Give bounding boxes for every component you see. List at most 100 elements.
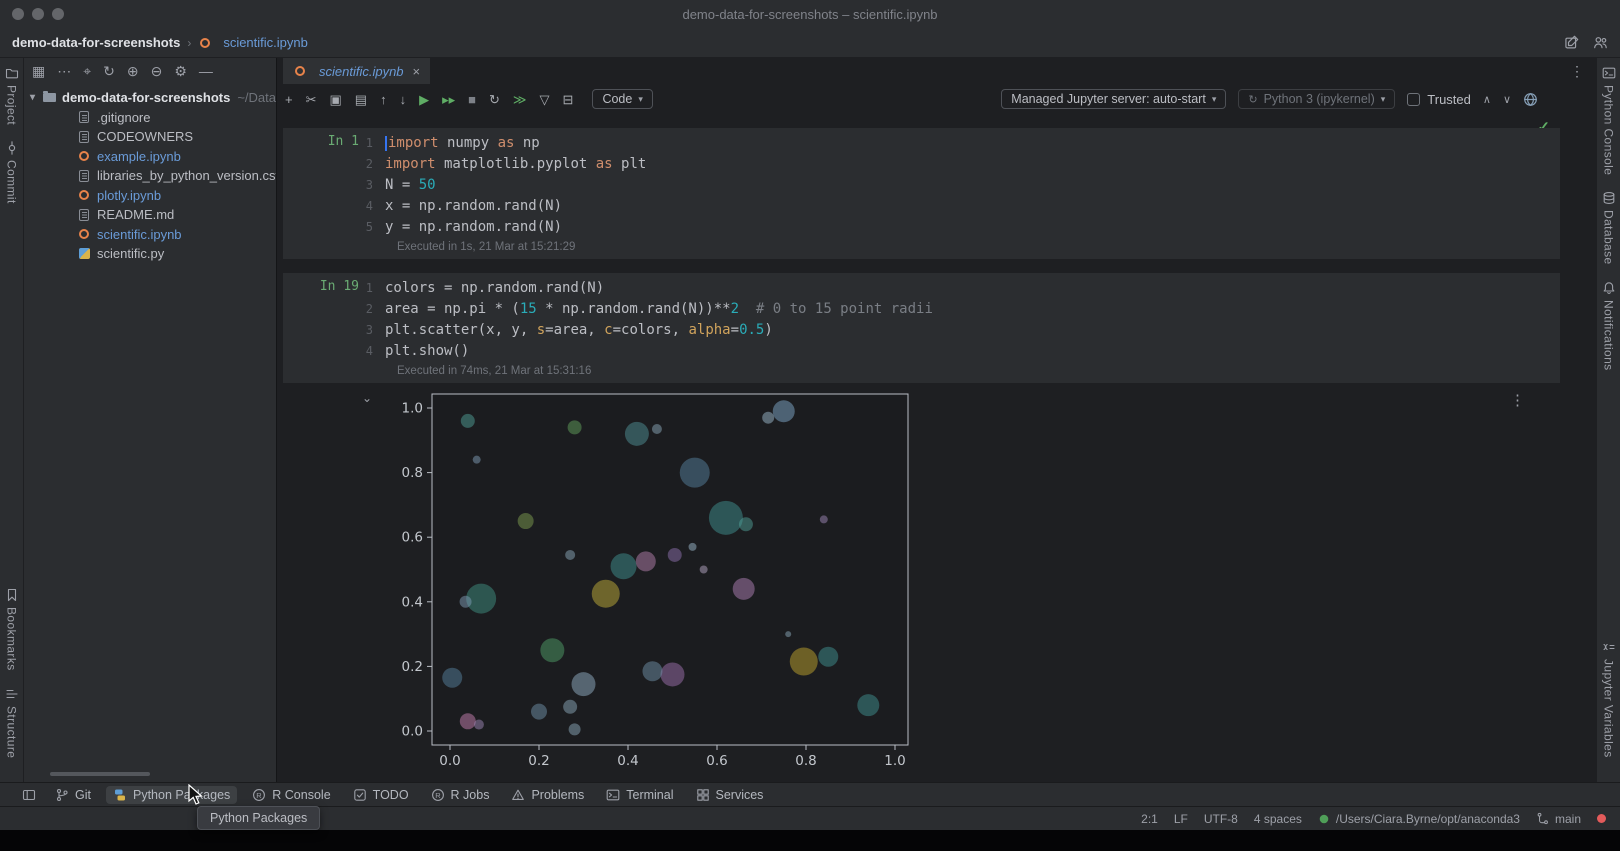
tree-item-readme-md[interactable]: README.md: [24, 205, 276, 225]
stripe-button-jupyter-variables[interactable]: Jupyter Variables: [1602, 640, 1616, 758]
code-line[interactable]: 3N = 50: [359, 175, 1560, 196]
stripe-button-database[interactable]: Database: [1602, 191, 1616, 265]
collapse-all-icon[interactable]: ⊖: [151, 64, 163, 78]
tree-item-plotly-ipynb[interactable]: plotly.ipynb: [24, 186, 276, 206]
more-options-icon[interactable]: ⋯: [57, 64, 71, 78]
cut-cell-icon[interactable]: ✂: [306, 93, 317, 106]
edit-icon[interactable]: [1564, 35, 1579, 50]
move-cell-up-icon[interactable]: ↑: [380, 93, 387, 106]
stripe-button-project[interactable]: Project: [5, 66, 19, 125]
stripe-button-bookmarks[interactable]: Bookmarks: [5, 588, 19, 671]
notification-dot-icon[interactable]: [1597, 814, 1606, 823]
tool-window-button-label: Git: [75, 788, 91, 802]
indent-setting[interactable]: 4 spaces: [1254, 812, 1302, 826]
bookmarks-icon: [5, 588, 19, 602]
tree-expanded-icon[interactable]: ▾: [30, 92, 42, 103]
jupyter-server-dropdown[interactable]: Managed Jupyter server: auto-start ▾: [1001, 89, 1226, 109]
users-icon[interactable]: [1593, 35, 1608, 50]
stripe-button-notifications[interactable]: Notifications: [1602, 281, 1616, 371]
move-cell-down-icon[interactable]: ↓: [400, 93, 407, 106]
minimize-window-button[interactable]: [32, 8, 44, 20]
tree-root[interactable]: ▾demo-data-for-screenshots~/Data: [24, 88, 276, 108]
code-line[interactable]: 5y = np.random.rand(N): [359, 217, 1560, 238]
code-line[interactable]: 4x = np.random.rand(N): [359, 196, 1560, 217]
tree-item-example-ipynb[interactable]: example.ipynb: [24, 147, 276, 167]
tree-item-libraries-by-python-version-csv[interactable]: libraries_by_python_version.csv: [24, 166, 276, 186]
expand-all-icon[interactable]: ⊕: [127, 64, 139, 78]
tree-item--gitignore[interactable]: .gitignore: [24, 108, 276, 128]
scroll-down-icon[interactable]: ∨: [1503, 93, 1511, 106]
caret-position[interactable]: 2:1: [1141, 812, 1158, 826]
stop-kernel-icon[interactable]: ■: [468, 93, 476, 106]
code-line[interactable]: 1import numpy as np: [359, 133, 1560, 154]
notebook-editor[interactable]: ✓ In 1 1import numpy as np2import matplo…: [277, 114, 1596, 782]
code-line[interactable]: 2area = np.pi * (15 * np.random.rand(N))…: [359, 299, 1560, 320]
close-window-button[interactable]: [12, 8, 24, 20]
python-interpreter[interactable]: /Users/Ciara.Byrne/opt/anaconda3: [1318, 812, 1520, 826]
file-icon: [79, 170, 89, 182]
notebook-cell[interactable]: In 19 1colors = np.random.rand(N)2area =…: [283, 273, 1560, 383]
tree-item-scientific-ipynb[interactable]: scientific.ipynb: [24, 225, 276, 245]
tool-window-button-label: TODO: [373, 788, 409, 802]
tool-window-button-r-console[interactable]: RR Console: [245, 786, 337, 804]
notebook-cell[interactable]: In 1 1import numpy as np2import matplotl…: [283, 128, 1560, 259]
clear-outputs-icon[interactable]: ▽: [540, 93, 550, 106]
tool-window-layout-icon[interactable]: [22, 788, 36, 802]
add-cell-icon[interactable]: +: [285, 93, 293, 106]
database-icon: [1602, 191, 1616, 205]
stripe-button-structure[interactable]: Structure: [5, 687, 19, 758]
locate-file-icon[interactable]: ⌖: [83, 64, 91, 78]
zoom-window-button[interactable]: [52, 8, 64, 20]
horizontal-scrollbar[interactable]: [50, 772, 150, 776]
tool-window-button-todo[interactable]: TODO: [346, 786, 416, 804]
scroll-up-icon[interactable]: ∧: [1483, 93, 1491, 106]
editor-tab-scientific-ipynb[interactable]: scientific.ipynb ×: [283, 58, 430, 84]
collapse-output-icon[interactable]: ⌄: [362, 391, 378, 776]
restart-kernel-icon[interactable]: ↻: [489, 93, 500, 106]
tree-item-scientific-py[interactable]: scientific.py: [24, 244, 276, 264]
stripe-button-commit[interactable]: Commit: [5, 141, 19, 204]
trusted-checkbox-group[interactable]: Trusted: [1407, 92, 1471, 107]
run-cell-icon[interactable]: ▶: [419, 93, 429, 106]
close-tab-icon[interactable]: ×: [413, 64, 421, 79]
stripe-button-python-console[interactable]: Python Console: [1602, 66, 1616, 175]
file-encoding[interactable]: UTF-8: [1204, 812, 1238, 826]
refresh-icon[interactable]: ↻: [103, 64, 115, 78]
output-options-kebab-icon[interactable]: ⋮: [1510, 391, 1526, 409]
tool-window-button-terminal[interactable]: Terminal: [599, 786, 680, 804]
git-branch-widget[interactable]: main: [1536, 812, 1581, 826]
tab-options-kebab-icon[interactable]: ⋮: [1570, 63, 1584, 80]
breadcrumb-file[interactable]: scientific.ipynb: [223, 35, 308, 50]
run-all-below-icon[interactable]: ≫: [513, 93, 527, 106]
open-in-browser-globe-icon[interactable]: [1523, 92, 1538, 107]
kernel-dropdown[interactable]: ↻ Python 3 (ipykernel) ▾: [1238, 89, 1395, 109]
run-all-cells-icon[interactable]: ▸▸: [442, 93, 455, 106]
tool-window-button-r-jobs[interactable]: RR Jobs: [424, 786, 497, 804]
code-line[interactable]: 2import matplotlib.pyplot as plt: [359, 154, 1560, 175]
copy-cell-icon[interactable]: ▣: [330, 93, 342, 106]
panel-grid-icon[interactable]: ▦: [32, 64, 45, 78]
svg-text:R: R: [435, 790, 441, 799]
tool-window-button-git[interactable]: Git: [48, 786, 98, 804]
tool-window-button-services[interactable]: Services: [689, 786, 771, 804]
tool-window-button-problems[interactable]: Problems: [504, 786, 591, 804]
delete-cell-icon[interactable]: ⊟: [563, 93, 574, 106]
git-icon: [55, 788, 69, 802]
titlebar: demo-data-for-screenshots – scientific.i…: [0, 0, 1620, 28]
tool-window-button-python-packages[interactable]: Python Packages: [106, 786, 237, 804]
trusted-checkbox[interactable]: [1407, 93, 1420, 106]
cell-code[interactable]: 1colors = np.random.rand(N)2area = np.pi…: [359, 273, 1560, 383]
cell-type-dropdown[interactable]: Code ▾: [592, 89, 652, 109]
hide-panel-icon[interactable]: —: [199, 64, 213, 78]
notebook-toolbar: + ✂ ▣ ▤ ↑ ↓ ▶ ▸▸ ■ ↻ ≫ ▽ ⊟ Code ▾ Managed Jupyter se…: [277, 84, 1596, 114]
cell-execution-status: Executed in 1s, 21 Mar at 15:21:29: [359, 238, 1560, 259]
paste-cell-icon[interactable]: ▤: [355, 93, 367, 106]
cell-code[interactable]: 1import numpy as np2import matplotlib.py…: [359, 128, 1560, 259]
breadcrumb-project[interactable]: demo-data-for-screenshots: [12, 35, 180, 50]
code-line[interactable]: 4plt.show(): [359, 341, 1560, 362]
code-line[interactable]: 1colors = np.random.rand(N): [359, 278, 1560, 299]
settings-icon[interactable]: ⚙: [174, 64, 187, 78]
code-line[interactable]: 3plt.scatter(x, y, s=area, c=colors, alp…: [359, 320, 1560, 341]
tree-item-codeowners[interactable]: CODEOWNERS: [24, 127, 276, 147]
line-ending[interactable]: LF: [1174, 812, 1188, 826]
